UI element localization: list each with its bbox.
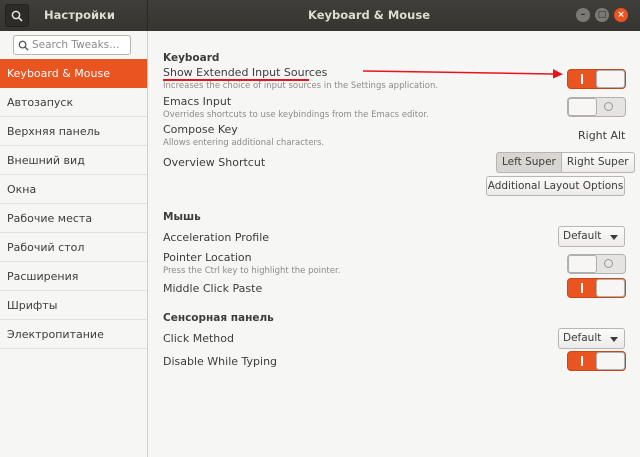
- chevron-down-icon: [610, 235, 618, 240]
- annotation-arrow: [363, 69, 563, 79]
- left-super-button[interactable]: Left Super: [496, 152, 562, 173]
- middle-click-paste-label: Middle Click Paste: [163, 282, 263, 295]
- switch-on-icon: [581, 283, 583, 293]
- pointer-location-switch[interactable]: [567, 254, 626, 274]
- window-title: Keyboard & Mouse: [307, 8, 430, 22]
- click-method-label: Click Method: [163, 332, 234, 345]
- section-mouse-heading: Мышь: [163, 211, 201, 223]
- compose-key-desc: Allows entering additional characters.: [163, 138, 325, 148]
- extended-sources-label: Show Extended Input Sources: [163, 66, 328, 79]
- sidebar-item-appearance[interactable]: Внешний вид: [0, 146, 147, 175]
- compose-key-label: Compose Key: [163, 123, 238, 136]
- search-toggle-button[interactable]: [5, 4, 29, 27]
- switch-off-icon: [604, 102, 613, 111]
- close-icon: ×: [617, 9, 625, 20]
- title-bar: Настройки Keyboard & Mouse – □ ×: [0, 0, 640, 31]
- emacs-input-switch[interactable]: [567, 97, 626, 117]
- switch-knob: [568, 255, 597, 273]
- sidebar-header: Настройки: [0, 0, 148, 31]
- click-method-value: Default: [563, 332, 602, 344]
- sidebar-item-extensions[interactable]: Расширения: [0, 262, 147, 291]
- acceleration-profile-label: Acceleration Profile: [163, 231, 270, 244]
- overview-shortcut-label: Overview Shortcut: [163, 156, 266, 169]
- sidebar-item-workspaces[interactable]: Рабочие места: [0, 204, 147, 233]
- switch-knob: [568, 98, 597, 116]
- acceleration-profile-value: Default: [563, 230, 602, 242]
- switch-knob: [596, 70, 625, 88]
- pointer-location-desc: Press the Ctrl key to highlight the poin…: [163, 266, 341, 276]
- click-method-dropdown[interactable]: Default: [558, 328, 625, 349]
- search-field[interactable]: [13, 35, 131, 55]
- middle-click-paste-switch[interactable]: [567, 278, 626, 298]
- search-icon: [11, 10, 23, 22]
- sidebar-item-windows[interactable]: Окна: [0, 175, 147, 204]
- sidebar: Keyboard & Mouse Автозапуск Верхняя пане…: [0, 31, 148, 457]
- sidebar-item-power[interactable]: Электропитание: [0, 320, 147, 349]
- search-input[interactable]: [32, 39, 126, 51]
- minimize-button[interactable]: –: [576, 8, 590, 22]
- switch-knob: [596, 279, 625, 297]
- maximize-button[interactable]: □: [595, 8, 609, 22]
- sidebar-item-top-bar[interactable]: Верхняя панель: [0, 117, 147, 146]
- disable-while-typing-label: Disable While Typing: [163, 355, 278, 368]
- switch-on-icon: [581, 74, 583, 84]
- switch-on-icon: [581, 356, 583, 366]
- disable-while-typing-switch[interactable]: [567, 351, 626, 371]
- sidebar-item-keyboard-mouse[interactable]: Keyboard & Mouse: [0, 59, 147, 88]
- extended-sources-desc: Increases the choice of input sources in…: [163, 81, 439, 91]
- maximize-icon: □: [597, 9, 607, 20]
- extended-sources-switch[interactable]: [567, 69, 626, 89]
- overview-shortcut-selector: Left Super Right Super: [496, 152, 635, 173]
- emacs-input-desc: Overrides shortcuts to use keybindings f…: [163, 110, 429, 120]
- sidebar-item-fonts[interactable]: Шрифты: [0, 291, 147, 320]
- settings-panel: Keyboard Show Extended Input Sources Inc…: [148, 31, 640, 457]
- emacs-input-label: Emacs Input: [163, 95, 232, 108]
- section-keyboard-heading: Keyboard: [163, 52, 220, 64]
- sidebar-item-startup[interactable]: Автозапуск: [0, 88, 147, 117]
- sidebar-list: Keyboard & Mouse Автозапуск Верхняя пане…: [0, 59, 147, 349]
- switch-off-icon: [604, 259, 613, 268]
- additional-layout-options-button[interactable]: Additional Layout Options: [486, 176, 625, 196]
- search-icon: [18, 40, 29, 51]
- minimize-icon: –: [580, 9, 586, 20]
- pointer-location-label: Pointer Location: [163, 251, 252, 264]
- right-super-button[interactable]: Right Super: [561, 152, 635, 173]
- acceleration-profile-dropdown[interactable]: Default: [558, 226, 625, 247]
- app-title: Настройки: [44, 8, 115, 22]
- chevron-down-icon: [610, 337, 618, 342]
- switch-knob: [596, 352, 625, 370]
- section-touchpad-heading: Сенсорная панель: [163, 312, 274, 324]
- close-button[interactable]: ×: [614, 8, 628, 22]
- sidebar-item-desktop[interactable]: Рабочий стол: [0, 233, 147, 262]
- compose-key-value[interactable]: Right Alt: [578, 129, 625, 142]
